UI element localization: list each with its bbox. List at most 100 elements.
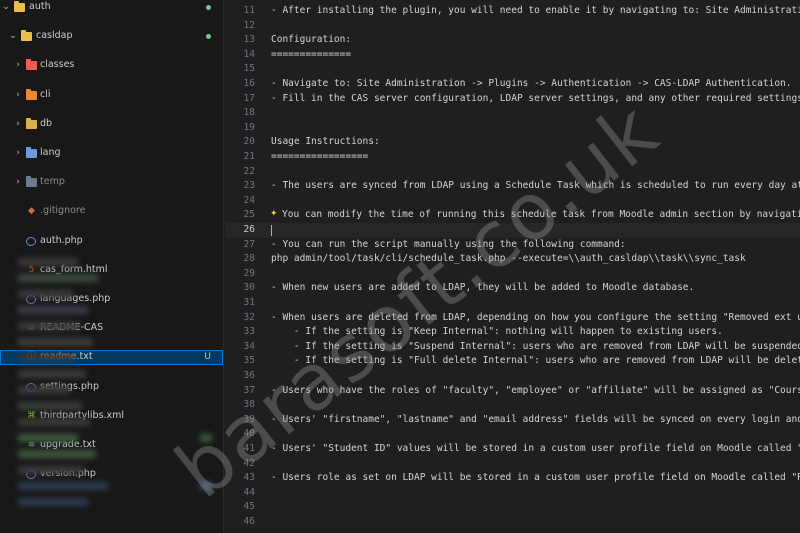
line-number: 39 xyxy=(243,413,255,425)
line-number: 12 xyxy=(243,19,255,31)
line-number: 40 xyxy=(243,428,255,440)
line-number: 20 xyxy=(243,136,255,148)
line-number: 27 xyxy=(243,238,255,250)
editor-line[interactable]: 33 - If the setting is "Keep Internal": … xyxy=(225,325,800,340)
tree-item-label: classes xyxy=(40,59,75,71)
line-number: 13 xyxy=(243,34,255,46)
tree-item-gitignore[interactable]: ◆ .gitignore xyxy=(0,204,223,219)
folder-icon xyxy=(26,176,37,188)
editor-line[interactable]: 25 ✦ You can modify the time of running th… xyxy=(225,208,800,223)
tree-root-auth[interactable]: ⌄ auth xyxy=(0,0,223,15)
editor-line[interactable]: 31 xyxy=(225,296,800,311)
line-number: 41 xyxy=(243,443,255,454)
line-text: - After installing the plugin, you will … xyxy=(271,5,800,16)
git-icon: ◆ xyxy=(28,206,35,217)
line-number: 34 xyxy=(243,340,255,352)
blurred-explorer-region xyxy=(0,252,223,533)
editor-line[interactable]: 11 - After installing the plugin, you wil… xyxy=(225,4,800,19)
editor-line[interactable]: 26 xyxy=(225,223,800,238)
php-icon xyxy=(26,236,36,246)
folder-open-icon xyxy=(14,1,25,12)
chevron-right-icon[interactable]: › xyxy=(13,88,23,103)
tree-item-classes[interactable]: › classes xyxy=(0,58,223,73)
editor-line[interactable]: 36 xyxy=(225,369,800,384)
tree-folder-casldap[interactable]: ⌄ casldap xyxy=(0,29,223,44)
line-number: 28 xyxy=(243,253,255,265)
editor-line[interactable]: 42 xyxy=(225,457,800,472)
explorer-sidebar: ⌄ auth ⌄ casldap › classes › cli › db › lang › te… xyxy=(0,0,224,533)
line-text: - Users' "firstname", "lastname" and "em… xyxy=(271,413,800,425)
editor-line[interactable]: 23 - The users are synced from LDAP using… xyxy=(225,179,800,194)
chevron-right-icon[interactable]: › xyxy=(13,117,23,132)
editor-line[interactable]: 43 - Users role as set on LDAP will be st… xyxy=(225,471,800,486)
editor-line[interactable]: 37 - Users who have the roles of "faculty… xyxy=(225,384,800,399)
file-tree: › classes › cli › db › lang › temp ◆ .gitignore auth… xyxy=(0,29,223,480)
tree-item-label: lang xyxy=(40,146,61,158)
line-number: 36 xyxy=(243,370,255,381)
editor-line[interactable]: 30 - When new users are added to LDAP, th… xyxy=(225,281,800,296)
folder-icon xyxy=(26,117,37,129)
editor-line[interactable]: 17 - Fill in the CAS server configuration… xyxy=(225,92,800,107)
editor-line[interactable]: 18 xyxy=(225,106,800,121)
editor-line[interactable]: 21 ================= xyxy=(225,150,800,165)
tree-item-auth-php[interactable]: auth.php xyxy=(0,234,223,249)
folder-icon xyxy=(26,88,37,100)
line-number: 26 xyxy=(243,224,255,235)
editor-line[interactable]: 29 xyxy=(225,267,800,282)
tree-item-label: auth.php xyxy=(40,234,83,246)
chevron-right-icon[interactable]: › xyxy=(13,58,23,73)
tree-item-db[interactable]: › db xyxy=(0,117,223,132)
line-text: - Users role as set on LDAP will be stor… xyxy=(271,472,800,484)
line-number: 44 xyxy=(243,486,255,498)
line-text: - If the setting is "Full delete Interna… xyxy=(271,355,800,367)
editor-line[interactable]: 39 - Users' "firstname", "lastname" and "… xyxy=(225,413,800,428)
tree-item-label: .gitignore xyxy=(40,205,86,217)
editor-line[interactable]: 34 - If the setting is "Suspend Internal… xyxy=(225,340,800,355)
editor-line[interactable]: 12 xyxy=(225,19,800,34)
tree-item-label: temp xyxy=(40,176,65,188)
tree-item-temp[interactable]: › temp xyxy=(0,175,223,190)
chevron-right-icon[interactable]: › xyxy=(13,175,23,190)
line-number: 33 xyxy=(243,326,255,338)
line-number: 25 xyxy=(243,209,255,221)
editor-line[interactable]: 44 xyxy=(225,486,800,501)
tree-item-lang[interactable]: › lang xyxy=(0,146,223,161)
editor-line[interactable]: 28 php admin/tool/task/cli/schedule_task.… xyxy=(225,252,800,267)
editor-line[interactable]: 40 xyxy=(225,427,800,442)
line-text: You can modify the time of running this … xyxy=(282,209,800,221)
editor-line[interactable]: 20 Usage Instructions: xyxy=(225,135,800,150)
tree-item-cli[interactable]: › cli xyxy=(0,88,223,103)
editor-line[interactable]: 41 - Users' "Student ID" values will be s… xyxy=(225,442,800,457)
chevron-down-icon[interactable]: ⌄ xyxy=(1,0,11,15)
line-text: - When new users are added to LDAP, they… xyxy=(271,282,695,294)
line-number: 30 xyxy=(243,282,255,294)
line-number: 15 xyxy=(243,63,255,75)
editor-line[interactable]: 15 xyxy=(225,62,800,77)
editor-line[interactable]: 22 xyxy=(225,165,800,180)
editor-line[interactable]: 46 xyxy=(225,515,800,530)
line-number: 46 xyxy=(243,516,255,527)
editor-line[interactable]: 38 xyxy=(225,398,800,413)
editor-line[interactable]: 16 - Navigate to: Site Administration -> … xyxy=(225,77,800,92)
chevron-right-icon[interactable]: › xyxy=(13,146,23,161)
line-text: - If the setting is "Suspend Internal": … xyxy=(271,340,800,352)
tree-item-label: cli xyxy=(40,88,51,100)
editor-line[interactable]: 13 Configuration: xyxy=(225,33,800,48)
line-text: - Users' "Student ID" values will be sto… xyxy=(271,443,800,454)
line-text: - Fill in the CAS server configuration, … xyxy=(271,92,800,104)
editor-line[interactable]: 45 xyxy=(225,500,800,515)
tree-item-label: db xyxy=(40,117,53,129)
editor-line[interactable]: 14 ============== xyxy=(225,48,800,63)
code-editor[interactable]: 11 - After installing the plugin, you wil… xyxy=(225,0,800,533)
chevron-down-icon[interactable]: ⌄ xyxy=(8,29,18,44)
lightbulb-icon[interactable]: ✦ xyxy=(270,209,278,219)
line-text: ================= xyxy=(271,151,369,162)
line-text: - Navigate to: Site Administration -> Pl… xyxy=(271,78,792,89)
editor-line[interactable]: 27 - You can run the script manually usin… xyxy=(225,238,800,253)
editor-line[interactable]: 24 xyxy=(225,194,800,209)
line-number: 16 xyxy=(243,78,255,89)
editor-line[interactable]: 32 - When users are deleted from LDAP, de… xyxy=(225,311,800,326)
editor-line[interactable]: 35 - If the setting is "Full delete Inte… xyxy=(225,354,800,369)
line-number: 22 xyxy=(243,165,255,177)
editor-line[interactable]: 19 xyxy=(225,121,800,136)
